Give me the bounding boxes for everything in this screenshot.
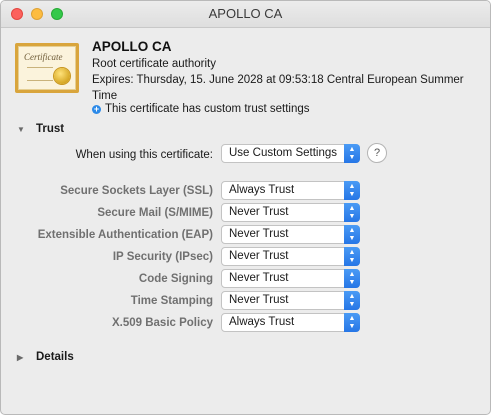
x509-policy-popup[interactable]: Always Trust ▲ ▼ [221, 313, 360, 332]
certificate-window: APOLLO CA Certificate APOLLO CA Root cer… [0, 0, 491, 415]
popup-value: Always Trust [229, 316, 295, 328]
chevron-updown-icon: ▲ ▼ [344, 247, 360, 266]
chevron-updown-icon: ▲ ▼ [344, 225, 360, 244]
certificate-icon: Certificate [15, 43, 79, 93]
help-button[interactable]: ? [367, 143, 387, 163]
popup-value: Use Custom Settings [229, 147, 338, 159]
certificate-name: APOLLO CA [92, 39, 172, 54]
certificate-expiry: Expires: Thursday, 15. June 2028 at 09:5… [92, 74, 464, 102]
chevron-updown-icon: ▲ ▼ [344, 181, 360, 200]
certificate-icon-text: Certificate [24, 52, 63, 62]
window-content: Certificate APOLLO CA Root certificate a… [1, 28, 490, 414]
popup-value: Never Trust [229, 250, 289, 262]
x509-policy-label: X.509 Basic Policy [111, 317, 213, 329]
popup-value: Never Trust [229, 228, 289, 240]
eap-label: Extensible Authentication (EAP) [37, 229, 213, 241]
ipsec-label: IP Security (IPsec) [112, 251, 213, 263]
details-header-label: Details [36, 351, 74, 363]
time-stamping-popup[interactable]: Never Trust ▲ ▼ [221, 291, 360, 310]
smime-popup[interactable]: Never Trust ▲ ▼ [221, 203, 360, 222]
smime-label: Secure Mail (S/MIME) [97, 207, 213, 219]
chevron-updown-icon: ▲ ▼ [344, 144, 360, 163]
window-title: APOLLO CA [208, 6, 283, 21]
details-section-toggle[interactable]: ▶ Details [17, 351, 74, 363]
using-certificate-label: When using this certificate: [75, 149, 213, 161]
ipsec-popup[interactable]: Never Trust ▲ ▼ [221, 247, 360, 266]
code-signing-label: Code Signing [138, 273, 213, 285]
ssl-label: Secure Sockets Layer (SSL) [60, 185, 213, 197]
trust-header-label: Trust [36, 123, 65, 135]
chevron-updown-icon: ▲ ▼ [344, 313, 360, 332]
trust-section-toggle[interactable]: ▼ Trust [17, 123, 64, 135]
chevron-updown-icon: ▲ ▼ [344, 203, 360, 222]
plus-icon: + [92, 103, 101, 114]
ssl-popup[interactable]: Always Trust ▲ ▼ [221, 181, 360, 200]
popup-value: Never Trust [229, 294, 289, 306]
certificate-icon-lines [27, 67, 53, 81]
disclosure-right-icon: ▶ [17, 352, 24, 362]
code-signing-popup[interactable]: Never Trust ▲ ▼ [221, 269, 360, 288]
seal-icon [54, 68, 70, 84]
disclosure-down-icon: ▼ [17, 124, 25, 134]
trust-note: + This certificate has custom trust sett… [92, 103, 310, 115]
time-stamping-label: Time Stamping [130, 295, 213, 307]
chevron-updown-icon: ▲ ▼ [344, 291, 360, 310]
chevron-updown-icon: ▲ ▼ [344, 269, 360, 288]
eap-popup[interactable]: Never Trust ▲ ▼ [221, 225, 360, 244]
popup-value: Never Trust [229, 206, 289, 218]
popup-value: Never Trust [229, 272, 289, 284]
title-bar: APOLLO CA [1, 1, 490, 28]
certificate-type: Root certificate authority [92, 58, 217, 70]
trust-note-text: This certificate has custom trust settin… [105, 103, 310, 115]
popup-value: Always Trust [229, 184, 295, 196]
use-custom-settings-popup[interactable]: Use Custom Settings ▲ ▼ [221, 144, 360, 163]
